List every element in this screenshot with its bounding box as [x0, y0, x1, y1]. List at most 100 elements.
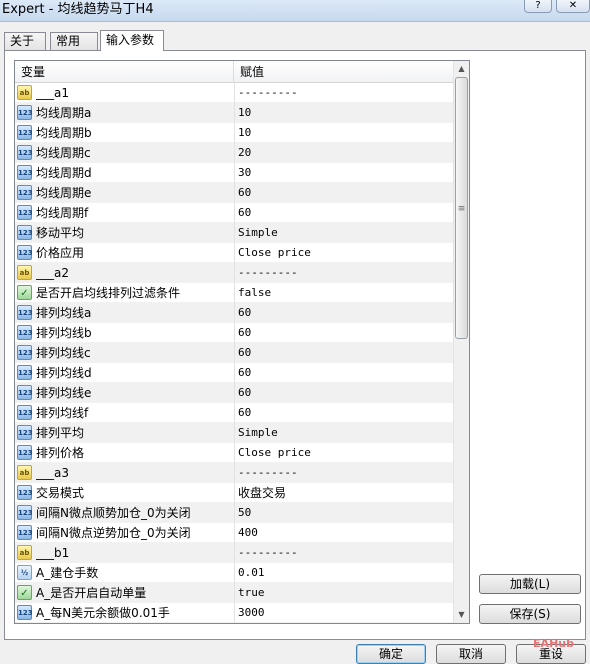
- variable-value[interactable]: 30: [234, 163, 455, 183]
- variable-value[interactable]: Simple: [234, 223, 455, 243]
- bool-type-icon: ✓: [17, 585, 32, 600]
- table-row[interactable]: 123 均线周期b 10: [15, 123, 455, 143]
- variable-value[interactable]: 60: [234, 303, 455, 323]
- variable-value[interactable]: 3000: [234, 603, 455, 623]
- variable-value[interactable]: ---------: [234, 463, 455, 483]
- variable-name: 排列均线c: [36, 346, 91, 360]
- tab-common[interactable]: 常用: [50, 32, 98, 50]
- variable-value[interactable]: ---------: [234, 263, 455, 283]
- table-row[interactable]: 123 排列均线b 60: [15, 323, 455, 343]
- variable-value[interactable]: 60: [234, 183, 455, 203]
- tab-about[interactable]: 关于: [4, 32, 46, 50]
- variable-value[interactable]: 20: [234, 143, 455, 163]
- table-row[interactable]: 123 交易模式 收盘交易: [15, 483, 455, 503]
- variable-name: ___a3: [36, 466, 69, 480]
- table-row[interactable]: 123 价格应用 Close price: [15, 243, 455, 263]
- variable-value[interactable]: ---------: [234, 83, 455, 103]
- string-type-icon: ab: [17, 85, 32, 100]
- scroll-up-button[interactable]: ▲: [454, 61, 469, 77]
- int-type-icon: 123: [17, 145, 33, 160]
- variable-value[interactable]: Close price: [234, 243, 455, 263]
- variable-value[interactable]: 60: [234, 203, 455, 223]
- variable-value[interactable]: false: [234, 283, 455, 303]
- variable-name: 价格应用: [36, 246, 85, 260]
- table-row[interactable]: 123 均线周期d 30: [15, 163, 455, 183]
- int-type-icon: 123: [17, 305, 33, 320]
- table-row[interactable]: 123 排列均线d 60: [15, 363, 455, 383]
- variable-name: 均线周期b: [36, 126, 92, 140]
- vertical-scrollbar[interactable]: ▲ ≡ ▼: [453, 61, 469, 623]
- cancel-button[interactable]: 取消: [436, 644, 506, 664]
- load-button[interactable]: 加载(L): [479, 574, 581, 594]
- table-row[interactable]: 123 均线周期a 10: [15, 103, 455, 123]
- table-row[interactable]: 123 间隔N微点逆势加仓_0为关闭 400: [15, 523, 455, 543]
- variable-name: A_每N美元余额做0.01手: [36, 606, 170, 620]
- table-row[interactable]: ab ___a1 ---------: [15, 83, 455, 103]
- int-type-icon: 123: [17, 165, 33, 180]
- variable-value[interactable]: 60: [234, 383, 455, 403]
- column-header-variable[interactable]: 变量: [15, 61, 234, 83]
- variable-value[interactable]: Close price: [234, 443, 455, 463]
- table-row[interactable]: 123 间隔N微点顺势加仓_0为关闭 50: [15, 503, 455, 523]
- table-row[interactable]: ✓ A_是否开启自动单量 true: [15, 583, 455, 603]
- variable-name: 均线周期d: [36, 166, 92, 180]
- int-type-icon: 123: [17, 365, 33, 380]
- string-type-icon: ab: [17, 465, 32, 480]
- table-row[interactable]: 123 均线周期c 20: [15, 143, 455, 163]
- variable-value[interactable]: 收盘交易: [234, 483, 455, 503]
- table-row[interactable]: 123 A_每N美元余额做0.01手 3000: [15, 603, 455, 623]
- variable-value[interactable]: 0.01: [234, 563, 455, 583]
- table-row[interactable]: ½ A_建仓手数 0.01: [15, 563, 455, 583]
- variable-value[interactable]: 400: [234, 523, 455, 543]
- table-row[interactable]: 123 排列均线c 60: [15, 343, 455, 363]
- scroll-down-button[interactable]: ▼: [454, 607, 469, 623]
- variable-name: 均线周期e: [36, 186, 92, 200]
- variable-name: 均线周期c: [36, 146, 91, 160]
- variable-name: 交易模式: [36, 486, 85, 500]
- variable-value[interactable]: 60: [234, 403, 455, 423]
- int-type-icon: 123: [17, 345, 33, 360]
- table-row[interactable]: 123 排列价格 Close price: [15, 443, 455, 463]
- int-type-icon: 123: [17, 105, 33, 120]
- int-type-icon: 123: [17, 425, 33, 440]
- scroll-thumb[interactable]: ≡: [455, 77, 468, 339]
- help-button[interactable]: ?: [524, 0, 552, 13]
- variable-value[interactable]: ---------: [234, 543, 455, 563]
- variable-value[interactable]: 60: [234, 343, 455, 363]
- table-row[interactable]: ab ___a3 ---------: [15, 463, 455, 483]
- int-type-icon: 123: [17, 225, 33, 240]
- table-row[interactable]: 123 排列平均 Simple: [15, 423, 455, 443]
- variable-value[interactable]: 10: [234, 123, 455, 143]
- table-row[interactable]: ab ___a2 ---------: [15, 263, 455, 283]
- int-type-icon: 123: [17, 205, 33, 220]
- table-row[interactable]: 123 移动平均 Simple: [15, 223, 455, 243]
- int-type-icon: 123: [17, 325, 33, 340]
- watermark-logo: EAHub: [533, 637, 574, 650]
- variable-value[interactable]: true: [234, 583, 455, 603]
- table-row[interactable]: 123 均线周期f 60: [15, 203, 455, 223]
- tab-inputs[interactable]: 输入参数: [100, 30, 164, 51]
- variable-value[interactable]: 10: [234, 103, 455, 123]
- variable-name: A_建仓手数: [36, 566, 99, 580]
- ok-button[interactable]: 确定: [356, 644, 426, 664]
- column-header-value[interactable]: 赋值: [234, 61, 455, 83]
- close-button[interactable]: ✕: [556, 0, 590, 13]
- double-type-icon: ½: [17, 565, 32, 580]
- table-row[interactable]: 123 均线周期e 60: [15, 183, 455, 203]
- variable-value[interactable]: 60: [234, 363, 455, 383]
- window-title: Expert - 均线趋势马丁H4: [2, 2, 154, 17]
- table-row[interactable]: ab ___b1 ---------: [15, 543, 455, 563]
- table-row[interactable]: 123 排列均线a 60: [15, 303, 455, 323]
- variable-value[interactable]: 60: [234, 323, 455, 343]
- parameters-grid[interactable]: 变量 赋值 ab ___a1 --------- 123 均线周期a 10 123 均线周期b…: [14, 60, 470, 624]
- save-button[interactable]: 保存(S): [479, 604, 581, 624]
- int-type-icon: 123: [17, 245, 33, 260]
- table-row[interactable]: 123 排列均线e 60: [15, 383, 455, 403]
- variable-value[interactable]: Simple: [234, 423, 455, 443]
- table-row[interactable]: 123 排列均线f 60: [15, 403, 455, 423]
- variable-name: 是否开启均线排列过滤条件: [36, 286, 181, 300]
- table-row[interactable]: ✓ 是否开启均线排列过滤条件 false: [15, 283, 455, 303]
- variable-name: ___b1: [36, 546, 70, 560]
- int-type-icon: 123: [17, 385, 33, 400]
- variable-value[interactable]: 50: [234, 503, 455, 523]
